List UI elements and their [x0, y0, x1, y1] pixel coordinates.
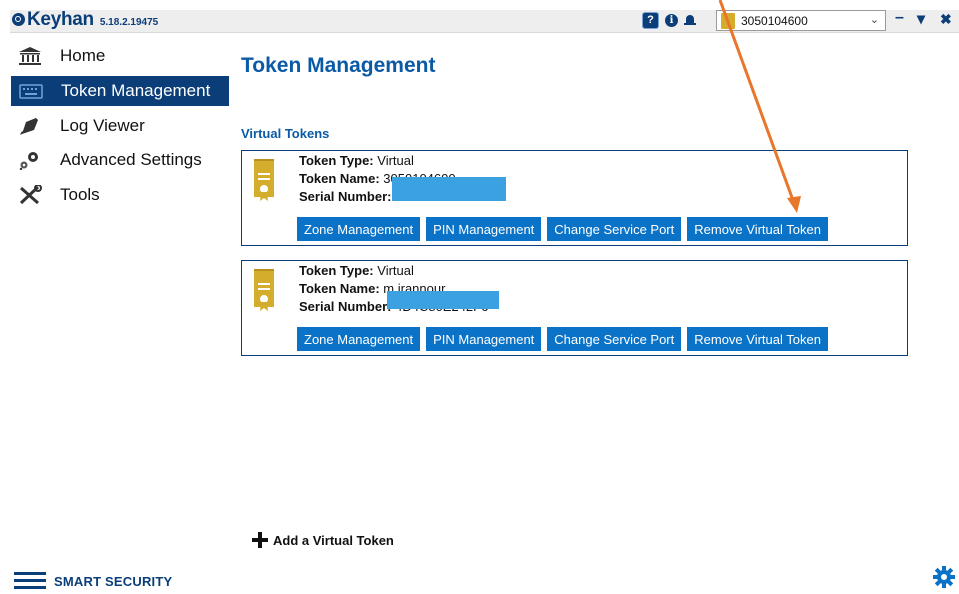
- tools-icon: [19, 185, 42, 205]
- change-service-port-button[interactable]: Change Service Port: [547, 217, 682, 241]
- token-chip-icon: [721, 12, 735, 29]
- certificate-icon: [254, 269, 274, 311]
- card-actions: Zone Management PIN Management Change Se…: [297, 217, 828, 241]
- app-version: 5.18.2.19475: [99, 17, 159, 28]
- gears-icon: [19, 152, 38, 170]
- virtual-token-card: Token Type: Virtual Token Name: m.iranno…: [241, 260, 908, 356]
- sidebar-item-label: Tools: [60, 185, 100, 204]
- keyboard-icon: [19, 84, 43, 99]
- info-icon[interactable]: i: [665, 14, 678, 27]
- sidebar-item-log-viewer[interactable]: Log Viewer: [10, 111, 230, 141]
- zone-management-button[interactable]: Zone Management: [297, 217, 421, 241]
- redaction-box: [387, 291, 499, 309]
- sidebar-item-token-management[interactable]: Token Management: [11, 76, 229, 106]
- remove-virtual-token-button[interactable]: Remove Virtual Token: [687, 327, 828, 351]
- plus-icon: [252, 532, 268, 548]
- change-service-port-button[interactable]: Change Service Port: [547, 327, 682, 351]
- collapse-button[interactable]: ▾: [917, 9, 925, 29]
- token-select[interactable]: 3050104600 ⌄: [716, 10, 886, 31]
- titlebar-icons: ? i: [642, 12, 696, 29]
- keyhan-logo-icon: [12, 13, 25, 26]
- zone-management-button[interactable]: Zone Management: [297, 327, 421, 351]
- hamburger-menu-icon[interactable]: [14, 571, 46, 591]
- sidebar-item-tools[interactable]: Tools: [10, 180, 230, 210]
- remove-virtual-token-button[interactable]: Remove Virtual Token: [687, 217, 828, 241]
- app-title: Keyhan: [27, 9, 94, 30]
- add-virtual-token-button[interactable]: Add a Virtual Token: [252, 532, 394, 548]
- sidebar-item-label: Token Management: [61, 81, 211, 100]
- certificate-icon: [254, 159, 274, 201]
- app-logo: Keyhan 5.18.2.19475: [12, 9, 158, 31]
- token-type-line: Token Type: Virtual: [299, 153, 414, 168]
- redaction-box: [392, 177, 506, 201]
- sidebar: Home Token Management Log Viewer Advance…: [10, 37, 230, 594]
- token-type-value: Virtual: [377, 263, 414, 278]
- bell-icon[interactable]: [684, 14, 696, 27]
- brand-text: SMART SECURITY: [54, 573, 173, 589]
- token-type-value: Virtual: [377, 153, 414, 168]
- title-bar: Keyhan 5.18.2.19475 ? i 3050104600 ⌄ – ▾…: [0, 0, 959, 36]
- chevron-down-icon[interactable]: ⌄: [870, 13, 879, 26]
- help-icon[interactable]: ?: [642, 12, 659, 29]
- bottom-brand: SMART SECURITY: [14, 571, 172, 591]
- virtual-token-card: Token Type: Virtual Token Name: 30501046…: [241, 150, 908, 246]
- sidebar-item-label: Advanced Settings: [60, 150, 202, 169]
- token-type-line: Token Type: Virtual: [299, 263, 414, 278]
- sidebar-item-advanced-settings[interactable]: Advanced Settings: [10, 145, 230, 175]
- bank-icon: [19, 47, 41, 65]
- sidebar-item-label: Home: [60, 46, 106, 65]
- settings-gear-icon[interactable]: [933, 566, 955, 588]
- close-button[interactable]: ✖: [940, 11, 952, 28]
- card-actions: Zone Management PIN Management Change Se…: [297, 327, 828, 351]
- token-select-value: 3050104600: [741, 13, 808, 28]
- minimize-button[interactable]: –: [895, 9, 904, 27]
- sidebar-item-label: Log Viewer: [60, 116, 145, 135]
- section-title: Virtual Tokens: [241, 126, 330, 141]
- sidebar-item-home[interactable]: Home: [10, 41, 230, 71]
- add-virtual-token-label: Add a Virtual Token: [273, 532, 394, 548]
- page-title: Token Management: [241, 54, 436, 77]
- pin-management-button[interactable]: PIN Management: [426, 327, 542, 351]
- pen-icon: [20, 118, 38, 135]
- pin-management-button[interactable]: PIN Management: [426, 217, 542, 241]
